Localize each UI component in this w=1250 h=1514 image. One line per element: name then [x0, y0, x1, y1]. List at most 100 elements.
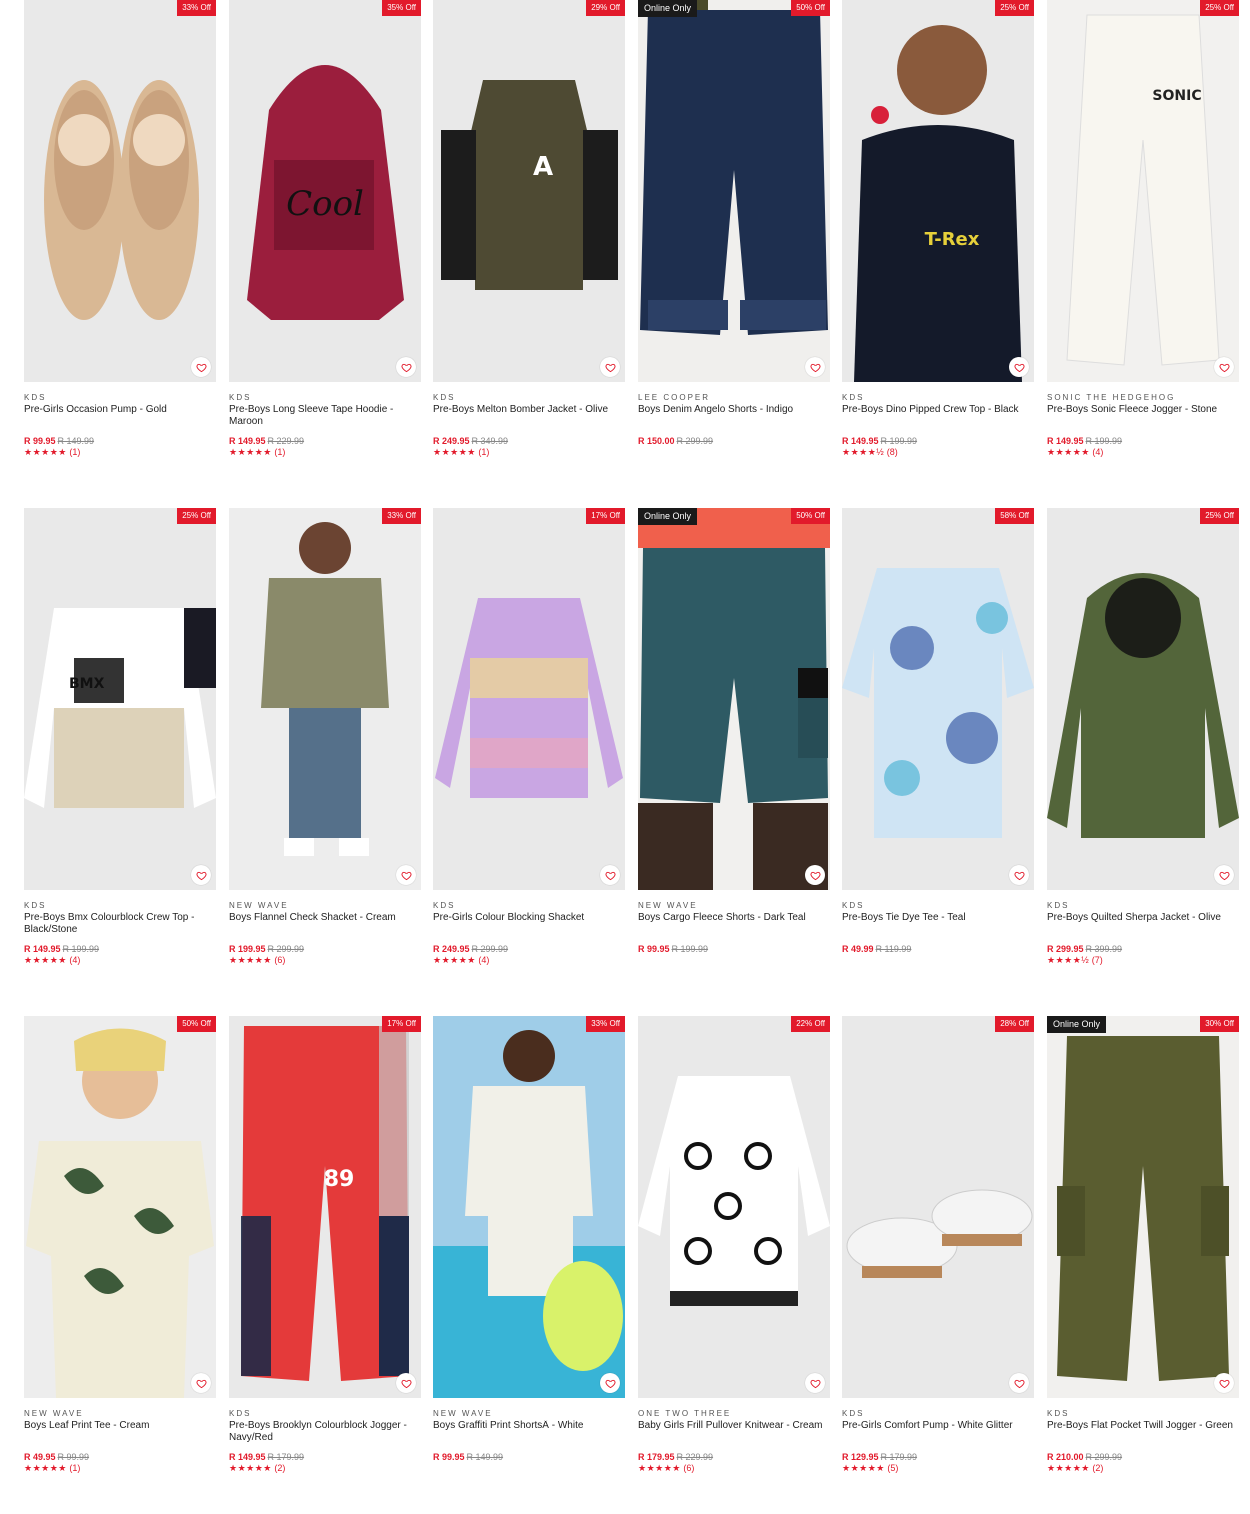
wishlist-heart-icon[interactable] [396, 865, 416, 885]
product-card[interactable]: BMX 25% Off KDS Pre-Boys Bmx Colourblock Cr… [24, 508, 216, 966]
product-card[interactable]: 33% Off KDS Pre-Girls Occasion Pump - Gold… [24, 0, 216, 458]
original-price: R 99.99 [57, 1452, 90, 1462]
product-name[interactable]: Pre-Boys Flat Pocket Twill Jogger - Gree… [1047, 1420, 1239, 1452]
product-card[interactable]: 50% Off NEW WAVE Boys Leaf Print Tee - Cre… [24, 1016, 216, 1474]
wishlist-heart-icon[interactable] [191, 1373, 211, 1393]
product-image[interactable]: A 29% Off [433, 0, 625, 382]
product-image[interactable]: 25% Off [1047, 508, 1239, 890]
product-name[interactable]: Pre-Girls Colour Blocking Shacket [433, 912, 625, 944]
product-card[interactable]: SONIC 25% Off SONIC THE HEDGEHOG Pre-Boys S… [1047, 0, 1239, 458]
product-image[interactable]: SONIC 25% Off [1047, 0, 1239, 382]
product-card[interactable]: 33% Off NEW WAVE Boys Graffiti Print Short… [433, 1016, 625, 1463]
product-card[interactable]: Online Only 30% Off KDS Pre-Boys Flat Pocke… [1047, 1016, 1239, 1474]
wishlist-heart-icon[interactable] [805, 357, 825, 377]
product-rating: ★★★★★ (4) [433, 955, 625, 966]
product-image[interactable]: Online Only 30% Off [1047, 1016, 1239, 1398]
product-brand: KDS [1047, 1409, 1070, 1418]
product-name[interactable]: Boys Denim Angelo Shorts - Indigo [638, 404, 830, 436]
product-name[interactable]: Boys Graffiti Print ShortsÂ - White [433, 1420, 625, 1452]
product-card[interactable]: 22% Off ONE TWO THREE Baby Girls Frill Pul… [638, 1016, 830, 1474]
product-image[interactable]: 17% Off [433, 508, 625, 890]
svg-text:89: 89 [324, 1167, 355, 1192]
product-name[interactable]: Pre-Boys Quilted Sherpa Jacket - Olive [1047, 912, 1239, 944]
product-name[interactable]: Pre-Girls Occasion Pump - Gold [24, 404, 216, 436]
product-image[interactable]: 89 17% Off [229, 1016, 421, 1398]
rating-stars-icon: ★★★★★ [229, 447, 272, 457]
product-image[interactable]: BMX 25% Off [24, 508, 216, 890]
product-name[interactable]: Boys Leaf Print Tee - Cream [24, 1420, 216, 1452]
wishlist-heart-icon[interactable] [1009, 1373, 1029, 1393]
wishlist-heart-icon[interactable] [1009, 865, 1029, 885]
product-price: R 99.95 R 199.99 [638, 944, 830, 955]
product-image[interactable]: T-Rex 25% Off [842, 0, 1034, 382]
product-name[interactable]: Boys Flannel Check Shacket - Cream [229, 912, 421, 944]
original-price: R 199.99 [62, 944, 100, 954]
product-image[interactable]: 28% Off [842, 1016, 1034, 1398]
discount-badge: 25% Off [995, 0, 1034, 16]
current-price: R 299.95 [1047, 944, 1084, 954]
product-brand: KDS [229, 393, 252, 402]
product-rating: ★★★★★ (2) [229, 1463, 421, 1474]
wishlist-heart-icon[interactable] [191, 357, 211, 377]
product-photo [638, 0, 830, 382]
product-card[interactable]: 89 17% Off KDS Pre-Boys Brooklyn Colourbloc… [229, 1016, 421, 1474]
wishlist-heart-icon[interactable] [1214, 865, 1234, 885]
product-name[interactable]: Pre-Boys Bmx Colourblock Crew Top - Blac… [24, 912, 216, 944]
wishlist-heart-icon[interactable] [805, 865, 825, 885]
product-image[interactable]: 50% Off [24, 1016, 216, 1398]
product-card[interactable]: 25% Off KDS Pre-Boys Quilted Sherpa Jacket… [1047, 508, 1239, 966]
wishlist-heart-icon[interactable] [600, 357, 620, 377]
product-name[interactable]: Pre-Boys Dino Pipped Crew Top - Black [842, 404, 1034, 436]
wishlist-heart-icon[interactable] [396, 357, 416, 377]
product-name[interactable]: Baby Girls Frill Pullover Knitwear - Cre… [638, 1420, 830, 1452]
product-card[interactable]: Cool 35% Off KDS Pre-Boys Long Sleeve Tape … [229, 0, 421, 458]
wishlist-heart-icon[interactable] [1214, 1373, 1234, 1393]
wishlist-heart-icon[interactable] [805, 1373, 825, 1393]
product-image[interactable]: 33% Off [24, 0, 216, 382]
product-brand: KDS [24, 901, 47, 910]
product-name[interactable]: Pre-Boys Sonic Fleece Jogger - Stone [1047, 404, 1239, 436]
product-rating: ★★★★★ (6) [229, 955, 421, 966]
product-price: R 99.95 R 149.99 [24, 436, 216, 447]
wishlist-heart-icon[interactable] [1009, 357, 1029, 377]
product-image[interactable]: Online Only 50% Off [638, 508, 830, 890]
product-brand: NEW WAVE [638, 901, 698, 910]
product-price: R 149.95 R 199.99 [1047, 436, 1239, 447]
wishlist-heart-icon[interactable] [600, 1373, 620, 1393]
product-name[interactable]: Pre-Boys Brooklyn Colourblock Jogger - N… [229, 1420, 421, 1452]
current-price: R 149.95 [1047, 436, 1084, 446]
product-brand: KDS [229, 1409, 252, 1418]
discount-badge: 29% Off [586, 0, 625, 16]
current-price: R 150.00 [638, 436, 675, 446]
product-card[interactable]: 33% Off NEW WAVE Boys Flannel Check Shacke… [229, 508, 421, 966]
product-grid: 33% Off KDS Pre-Girls Occasion Pump - Gold… [0, 0, 1250, 1514]
current-price: R 99.95 [638, 944, 670, 954]
product-card[interactable]: T-Rex 25% Off KDS Pre-Boys Dino Pipped Crew… [842, 0, 1034, 458]
product-image[interactable]: 22% Off [638, 1016, 830, 1398]
product-name[interactable]: Pre-Boys Tie Dye Tee - Teal [842, 912, 1034, 944]
product-photo [44, 80, 199, 320]
wishlist-heart-icon[interactable] [191, 865, 211, 885]
wishlist-heart-icon[interactable] [396, 1373, 416, 1393]
product-image[interactable]: Online Only 50% Off [638, 0, 830, 382]
product-card[interactable]: 17% Off KDS Pre-Girls Colour Blocking Shac… [433, 508, 625, 966]
product-card[interactable]: 28% Off KDS Pre-Girls Comfort Pump - White… [842, 1016, 1034, 1474]
wishlist-heart-icon[interactable] [600, 865, 620, 885]
review-count: (1) [69, 447, 81, 457]
product-name[interactable]: Pre-Girls Comfort Pump - White Glitter [842, 1420, 1034, 1452]
review-count: (6) [683, 1463, 695, 1473]
product-card[interactable]: Online Only 50% Off LEE COOPER Boys Denim A… [638, 0, 830, 447]
review-count: (1) [274, 447, 286, 457]
product-card[interactable]: A 29% Off KDS Pre-Boys Melton Bomber Jacket… [433, 0, 625, 458]
product-image[interactable]: 33% Off [229, 508, 421, 890]
product-card[interactable]: 58% Off KDS Pre-Boys Tie Dye Tee - Teal R 4… [842, 508, 1034, 955]
product-name[interactable]: Pre-Boys Long Sleeve Tape Hoodie - Maroo… [229, 404, 421, 436]
product-name[interactable]: Pre-Boys Melton Bomber Jacket - Olive [433, 404, 625, 436]
product-card[interactable]: Online Only 50% Off NEW WAVE Boys Cargo Fle… [638, 508, 830, 955]
product-image[interactable]: 33% Off [433, 1016, 625, 1398]
product-image[interactable]: 58% Off [842, 508, 1034, 890]
product-image[interactable]: Cool 35% Off [229, 0, 421, 382]
wishlist-heart-icon[interactable] [1214, 357, 1234, 377]
current-price: R 149.95 [229, 1452, 266, 1462]
product-name[interactable]: Boys Cargo Fleece Shorts - Dark Teal [638, 912, 830, 944]
